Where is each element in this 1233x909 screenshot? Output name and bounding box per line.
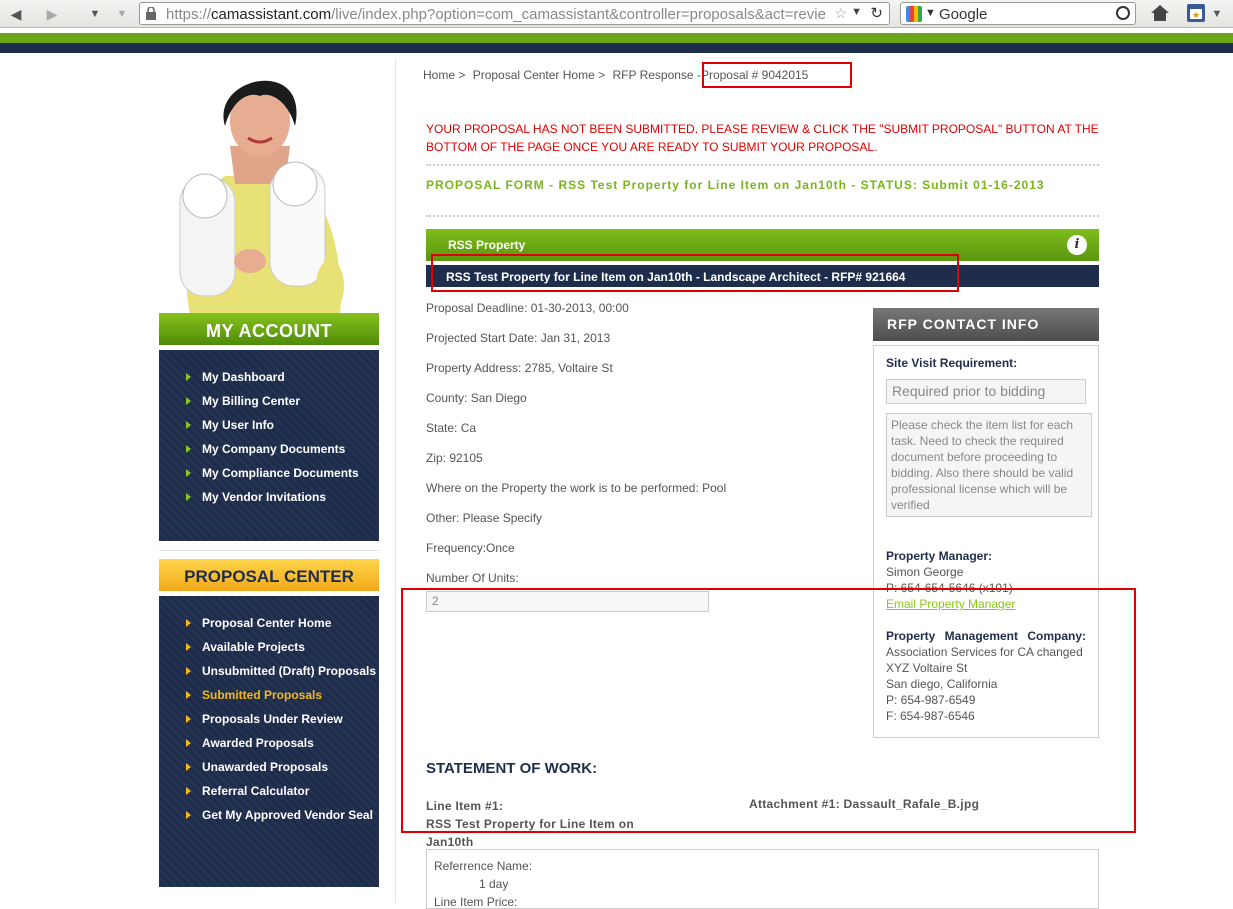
reference-name-label: Referrence Name: bbox=[434, 859, 533, 873]
forward-icon[interactable]: ▶ bbox=[42, 4, 62, 24]
proposal-form-title: PROPOSAL FORM - RSS Test Property for Li… bbox=[426, 178, 1045, 192]
dotted-divider bbox=[426, 215, 1099, 217]
info-icon[interactable]: i bbox=[1067, 235, 1087, 255]
property-name: RSS Property bbox=[448, 238, 526, 252]
woman-with-blueprints-image bbox=[179, 80, 344, 314]
browser-toolbar: ◀ ▶ ▼ ▼ https://camassistant.com/live/in… bbox=[0, 0, 1233, 28]
sidebar-item-my-vendor-invitations[interactable]: My Vendor Invitations bbox=[183, 490, 379, 504]
search-bar[interactable]: ▼ Google bbox=[900, 2, 1136, 25]
line-item-price-label: Line Item Price: bbox=[434, 895, 518, 909]
back-icon[interactable]: ◀ bbox=[6, 4, 26, 24]
frequency: Frequency:Once bbox=[426, 541, 515, 555]
reload-icon[interactable]: ↻ bbox=[870, 4, 883, 22]
site-visit-label: Site Visit Requirement: bbox=[886, 356, 1018, 370]
highlight-box-project-title bbox=[431, 254, 959, 292]
projected-start-date: Projected Start Date: Jan 31, 2013 bbox=[426, 331, 611, 345]
svg-text:★: ★ bbox=[1192, 10, 1200, 20]
dotted-divider bbox=[426, 164, 1099, 166]
other: Other: Please Specify bbox=[426, 511, 543, 525]
sidebar-divider bbox=[159, 550, 379, 551]
sidebar-item-my-compliance-documents[interactable]: My Compliance Documents bbox=[183, 466, 379, 480]
search-icon[interactable] bbox=[1116, 6, 1130, 20]
number-of-units-label: Number Of Units: bbox=[426, 571, 519, 585]
history-dropdown-icon[interactable]: ▼ bbox=[115, 4, 129, 24]
google-icon[interactable] bbox=[906, 6, 922, 22]
sidebar-item-awarded-proposals[interactable]: Awarded Proposals bbox=[183, 736, 379, 750]
search-engine-dropdown-icon[interactable]: ▼ bbox=[925, 7, 936, 19]
breadcrumb-rfp-response: RFP Response - bbox=[612, 68, 701, 82]
my-account-menu: My Dashboard My Billing Center My User I… bbox=[159, 350, 379, 541]
submission-warning: YOUR PROPOSAL HAS NOT BEEN SUBMITTED. PL… bbox=[426, 122, 1099, 154]
history-dropdown-icon[interactable]: ▼ bbox=[88, 4, 102, 24]
my-account-header: MY ACCOUNT bbox=[159, 313, 379, 347]
work-location: Where on the Property the work is to be … bbox=[426, 481, 727, 495]
reference-name-value: 1 day bbox=[479, 877, 509, 891]
url-text: https://camassistant.com/live/index.php?… bbox=[166, 6, 826, 23]
home-icon[interactable] bbox=[1150, 4, 1170, 22]
proposal-deadline: Proposal Deadline: 01-30-2013, 00:00 bbox=[426, 301, 629, 315]
sidebar-item-submitted-proposals[interactable]: Submitted Proposals bbox=[183, 688, 379, 702]
highlight-box-proposal-number bbox=[702, 62, 852, 88]
county: County: San Diego bbox=[426, 391, 527, 405]
content-divider bbox=[395, 60, 396, 903]
breadcrumb-proposal-center[interactable]: Proposal Center Home > bbox=[473, 68, 605, 82]
extension-icon[interactable]: ★ bbox=[1186, 3, 1206, 23]
header-green-stripe bbox=[0, 33, 1233, 43]
lock-icon bbox=[146, 7, 156, 20]
rfp-contact-info-header: RFP CONTACT INFO bbox=[873, 308, 1099, 341]
site-visit-field[interactable]: Required prior to bidding bbox=[886, 379, 1086, 404]
header-navy-stripe bbox=[0, 43, 1233, 53]
sidebar-item-proposal-center-home[interactable]: Proposal Center Home bbox=[183, 616, 379, 630]
proposal-center-header: PROPOSAL CENTER bbox=[159, 559, 379, 593]
sidebar-item-my-company-documents[interactable]: My Company Documents bbox=[183, 442, 379, 456]
sidebar-item-unsubmitted-proposals[interactable]: Unsubmitted (Draft) Proposals bbox=[183, 664, 379, 678]
sidebar-item-proposals-under-review[interactable]: Proposals Under Review bbox=[183, 712, 379, 726]
state: State: Ca bbox=[426, 421, 477, 435]
sidebar-item-referral-calculator[interactable]: Referral Calculator bbox=[183, 784, 379, 798]
url-dropdown-icon[interactable]: ▼ bbox=[851, 6, 862, 18]
property-address: Property Address: 2785, Voltaire St bbox=[426, 361, 613, 375]
highlight-box-units-and-statement bbox=[401, 588, 1136, 833]
line-item-details-box: Referrence Name: 1 day Line Item Price: bbox=[426, 849, 1099, 909]
sidebar-item-approved-vendor-seal[interactable]: Get My Approved Vendor Seal bbox=[183, 808, 379, 822]
extension-dropdown-icon[interactable]: ▼ bbox=[1210, 4, 1224, 24]
zip: Zip: 92105 bbox=[426, 451, 483, 465]
breadcrumb-home[interactable]: Home > bbox=[423, 68, 465, 82]
sidebar-item-my-dashboard[interactable]: My Dashboard bbox=[183, 370, 379, 384]
bookmark-star-icon[interactable]: ☆ bbox=[834, 5, 847, 22]
sidebar-item-unawarded-proposals[interactable]: Unawarded Proposals bbox=[183, 760, 379, 774]
sidebar-item-available-projects[interactable]: Available Projects bbox=[183, 640, 379, 654]
sidebar-item-my-billing-center[interactable]: My Billing Center bbox=[183, 394, 379, 408]
property-manager-label: Property Manager: bbox=[886, 549, 993, 563]
search-engine-label: Google bbox=[939, 6, 988, 23]
sidebar-item-my-user-info[interactable]: My User Info bbox=[183, 418, 379, 432]
address-bar[interactable]: https://camassistant.com/live/index.php?… bbox=[139, 2, 890, 25]
site-visit-note[interactable]: Please check the item list for each task… bbox=[886, 413, 1092, 517]
proposal-center-menu: Proposal Center Home Available Projects … bbox=[159, 596, 379, 887]
property-manager-name: Simon George bbox=[886, 565, 964, 579]
